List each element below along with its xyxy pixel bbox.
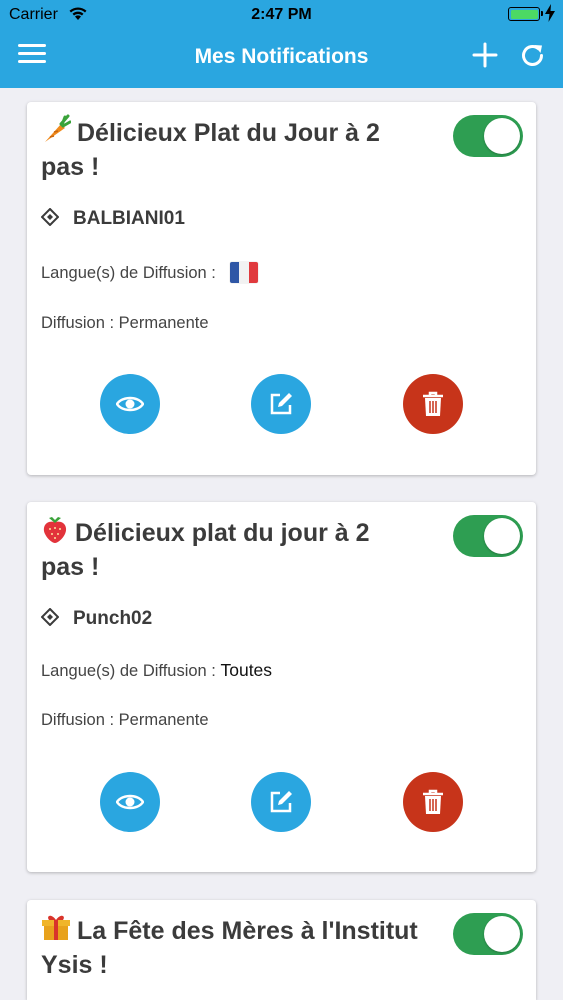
diffusion-label: Diffusion : Permanente [41, 314, 209, 332]
notification-title: Délicieux plat du jour à 2 pas ! [41, 514, 441, 584]
view-button[interactable] [100, 374, 160, 434]
notification-title: La Fête des Mères à l'Institut Ysis ! [41, 912, 441, 982]
strawberry-icon [43, 517, 67, 543]
notification-card: Délicieux Plat du Jour à 2 pas ! BALBIANI… [27, 102, 536, 475]
top-bar: Carrier 2:47 PM Mes Notifications [0, 0, 563, 88]
carrot-icon [45, 114, 71, 142]
diffusion-label: Diffusion : Permanente [41, 711, 209, 729]
edit-icon [270, 393, 292, 415]
edit-button[interactable] [251, 772, 311, 832]
enable-toggle[interactable] [453, 515, 523, 557]
clock: 2:47 PM [251, 6, 312, 23]
edit-icon [270, 791, 292, 813]
france-flag-icon [229, 262, 258, 283]
delete-button[interactable] [403, 374, 463, 434]
languages-value: Toutes [220, 660, 273, 680]
languages-row: Langue(s) de Diffusion : Toutes [41, 660, 273, 680]
trash-icon [423, 391, 443, 416]
enable-toggle[interactable] [453, 115, 523, 157]
notification-code: BALBIANI01 [41, 208, 185, 230]
trash-icon [423, 789, 443, 814]
gift-icon [42, 915, 70, 940]
view-button[interactable] [100, 772, 160, 832]
navigation-bar: Mes Notifications [0, 30, 563, 88]
enable-toggle[interactable] [453, 913, 523, 955]
tag-diamond-icon [41, 608, 59, 626]
refresh-icon[interactable] [519, 42, 546, 69]
notification-card: Délicieux plat du jour à 2 pas ! Punch02 … [27, 502, 536, 872]
battery-icon [508, 7, 543, 21]
languages-row: Langue(s) de Diffusion : [41, 262, 258, 283]
eye-icon [116, 396, 144, 412]
edit-button[interactable] [251, 374, 311, 434]
plus-icon[interactable] [472, 42, 498, 68]
status-bar: Carrier 2:47 PM [0, 0, 563, 30]
notification-code: Punch02 [41, 608, 152, 630]
tag-diamond-icon [41, 208, 59, 226]
notification-card: La Fête des Mères à l'Institut Ysis ! [27, 900, 536, 1000]
eye-icon [116, 794, 144, 810]
delete-button[interactable] [403, 772, 463, 832]
notification-title: Délicieux Plat du Jour à 2 pas ! [41, 114, 441, 184]
charging-bolt-icon [545, 4, 555, 22]
